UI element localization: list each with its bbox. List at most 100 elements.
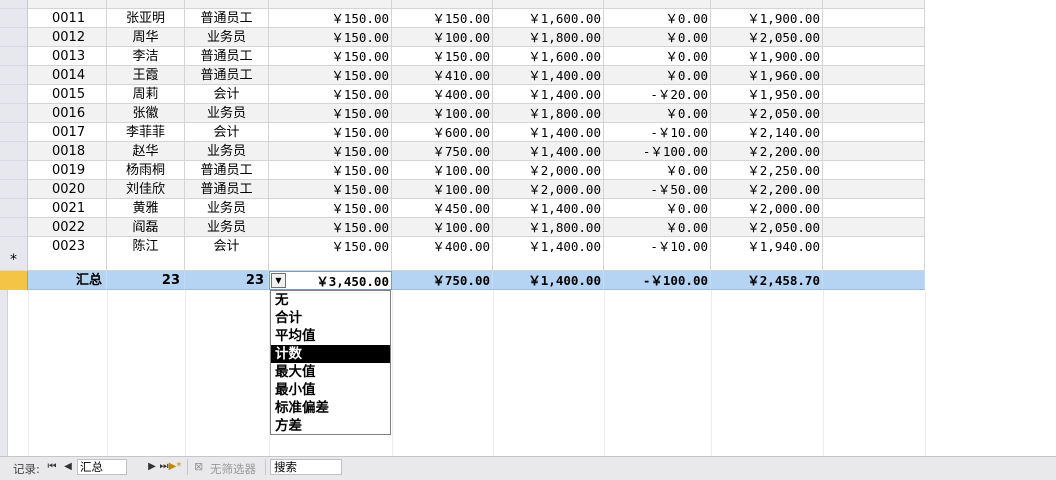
new-record-icon[interactable]: ▶* (168, 460, 182, 474)
bonus-cell[interactable]: ￥1,800.00 (493, 218, 604, 237)
base-pay-cell[interactable]: ￥150.00 (269, 180, 392, 199)
role-cell[interactable]: 会计 (185, 123, 269, 142)
row-selector[interactable] (0, 180, 28, 199)
id-cell[interactable]: 0014 (28, 66, 107, 85)
new-name-cell[interactable] (107, 252, 185, 271)
bonus-cell[interactable]: ￥1,400.00 (493, 66, 604, 85)
total-cell[interactable]: ￥1,950.00 (711, 85, 823, 104)
new-record-row[interactable]: * (0, 252, 925, 271)
subsidy-cell[interactable]: ￥400.00 (392, 85, 493, 104)
bonus-cell[interactable]: ￥1,400.00 (493, 199, 604, 218)
row-selector[interactable] (0, 161, 28, 180)
table-row[interactable]: 0012 周华 业务员 ￥150.00 ￥100.00 ￥1,800.00 ￥0.00 ￥2,… (0, 28, 925, 47)
deduction-cell[interactable]: ￥0.00 (604, 104, 711, 123)
totals-base-cell[interactable]: ￥3,450.00 (269, 271, 392, 290)
totals-name-count[interactable]: 23 (107, 271, 185, 290)
bonus-cell[interactable]: ￥1,800.00 (493, 28, 604, 47)
total-cell[interactable]: ￥1,900.00 (711, 47, 823, 66)
name-cell[interactable]: 李菲菲 (107, 123, 185, 142)
row-selector[interactable] (0, 47, 28, 66)
bonus-cell[interactable]: ￥1,400.00 (493, 123, 604, 142)
bonus-cell[interactable]: ￥1,400.00 (493, 142, 604, 161)
total-cell[interactable]: ￥2,200.00 (711, 180, 823, 199)
deduction-cell[interactable]: ￥0.00 (604, 161, 711, 180)
bonus-cell[interactable]: ￥1,600.00 (493, 47, 604, 66)
totals-deduction-cell[interactable]: -￥100.00 (604, 271, 711, 290)
name-cell[interactable]: 赵华 (107, 142, 185, 161)
id-cell[interactable]: 0012 (28, 28, 107, 47)
id-cell[interactable]: 0015 (28, 85, 107, 104)
name-cell[interactable]: 张徽 (107, 104, 185, 123)
row-selector[interactable] (0, 218, 28, 237)
base-pay-cell[interactable]: ￥150.00 (269, 161, 392, 180)
subsidy-cell[interactable]: ￥100.00 (392, 28, 493, 47)
row-selector[interactable] (0, 9, 28, 28)
total-cell[interactable]: ￥1,960.00 (711, 66, 823, 85)
new-id-cell[interactable] (28, 252, 107, 271)
total-cell[interactable]: ￥2,050.00 (711, 218, 823, 237)
name-cell[interactable]: 阎磊 (107, 218, 185, 237)
base-pay-cell[interactable]: ￥150.00 (269, 123, 392, 142)
name-cell[interactable]: 李洁 (107, 47, 185, 66)
role-cell[interactable]: 业务员 (185, 28, 269, 47)
subsidy-cell[interactable]: ￥600.00 (392, 123, 493, 142)
table-row[interactable]: 0016 张徽 业务员 ￥150.00 ￥100.00 ￥1,800.00 ￥0.00 ￥2,… (0, 104, 925, 123)
role-cell[interactable]: 业务员 (185, 104, 269, 123)
total-cell[interactable]: ￥2,050.00 (711, 28, 823, 47)
id-cell[interactable]: 0018 (28, 142, 107, 161)
totals-role-count[interactable]: 23 (185, 271, 269, 290)
deduction-cell[interactable]: ￥0.00 (604, 199, 711, 218)
deduction-cell[interactable]: ￥0.00 (604, 9, 711, 28)
role-cell[interactable]: 普通员工 (185, 47, 269, 66)
table-row[interactable]: 0018 赵华 业务员 ￥150.00 ￥750.00 ￥1,400.00 -￥100.00… (0, 142, 925, 161)
new-bonus-cell[interactable] (493, 252, 604, 271)
role-cell[interactable]: 业务员 (185, 218, 269, 237)
base-pay-cell[interactable]: ￥150.00 (269, 9, 392, 28)
deduction-cell[interactable]: -￥100.00 (604, 142, 711, 161)
id-cell[interactable]: 0022 (28, 218, 107, 237)
new-record-selector[interactable]: * (0, 252, 28, 271)
id-cell[interactable]: 0020 (28, 180, 107, 199)
new-subsidy-cell[interactable] (392, 252, 493, 271)
deduction-cell[interactable]: ￥0.00 (604, 218, 711, 237)
subsidy-cell[interactable]: ￥100.00 (392, 180, 493, 199)
name-cell[interactable]: 王霞 (107, 66, 185, 85)
table-row[interactable]: 0019 杨雨桐 普通员工 ￥150.00 ￥100.00 ￥2,000.00 ￥0.00 ￥… (0, 161, 925, 180)
name-cell[interactable]: 杨雨桐 (107, 161, 185, 180)
new-base-cell[interactable] (269, 252, 392, 271)
aggregate-option[interactable]: 最大值 (271, 363, 390, 381)
row-selector[interactable] (0, 123, 28, 142)
row-selector[interactable] (0, 28, 28, 47)
bonus-cell[interactable]: ￥1,800.00 (493, 104, 604, 123)
base-pay-cell[interactable]: ￥150.00 (269, 199, 392, 218)
table-row[interactable]: 0011 张亚明 普通员工 ￥150.00 ￥150.00 ￥1,600.00 ￥0.00 ￥… (0, 9, 925, 28)
aggregate-option[interactable]: 合计 (271, 309, 390, 327)
table-row[interactable]: 0015 周莉 会计 ￥150.00 ￥400.00 ￥1,400.00 -￥20.00 ￥1… (0, 85, 925, 104)
first-record-icon[interactable]: ⏮ (46, 460, 58, 474)
base-pay-cell[interactable]: ￥150.00 (269, 66, 392, 85)
totals-dropdown-button[interactable]: ▼ (271, 273, 286, 288)
aggregate-function-list[interactable]: 无合计 平均值 计数 最大值 最小值 标准偏差 方差 (270, 290, 391, 435)
subsidy-cell[interactable]: ￥150.00 (392, 9, 493, 28)
next-record-icon[interactable]: ▶ (146, 460, 158, 474)
table-row[interactable]: 0014 王霞 普通员工 ￥150.00 ￥410.00 ￥1,400.00 ￥0.00 ￥1… (0, 66, 925, 85)
id-cell[interactable]: 0017 (28, 123, 107, 142)
previous-record-icon[interactable]: ◀ (62, 460, 74, 474)
total-cell[interactable]: ￥2,050.00 (711, 104, 823, 123)
aggregate-option[interactable]: 平均值 (271, 327, 390, 345)
base-pay-cell[interactable]: ￥150.00 (269, 47, 392, 66)
base-pay-cell[interactable]: ￥150.00 (269, 142, 392, 161)
totals-total-cell[interactable]: ￥2,458.70 (711, 271, 823, 290)
new-deduction-cell[interactable] (604, 252, 711, 271)
table-row[interactable]: 0017 李菲菲 会计 ￥150.00 ￥600.00 ￥1,400.00 -￥10.00 ￥… (0, 123, 925, 142)
id-cell[interactable]: 0013 (28, 47, 107, 66)
id-cell[interactable]: 0016 (28, 104, 107, 123)
new-total-cell[interactable] (711, 252, 823, 271)
row-selector[interactable] (0, 66, 28, 85)
current-record-input[interactable]: 汇总 (77, 459, 127, 475)
deduction-cell[interactable]: ￥0.00 (604, 47, 711, 66)
new-role-cell[interactable] (185, 252, 269, 271)
subsidy-cell[interactable]: ￥100.00 (392, 104, 493, 123)
role-cell[interactable]: 会计 (185, 85, 269, 104)
total-cell[interactable]: ￥2,140.00 (711, 123, 823, 142)
